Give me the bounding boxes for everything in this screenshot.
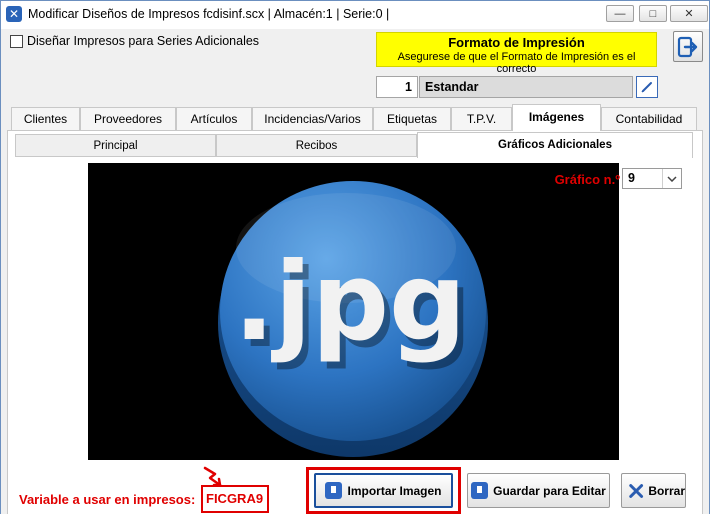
- subtab-recibos[interactable]: Recibos: [216, 134, 417, 157]
- variable-value: FICGRA9: [201, 485, 269, 513]
- tab-contabilidad[interactable]: Contabilidad: [601, 107, 697, 130]
- save-for-edit-label: Guardar para Editar: [493, 483, 606, 498]
- chevron-down-icon: [662, 169, 681, 188]
- tab-imagenes[interactable]: Imágenes: [512, 104, 601, 131]
- close-icon: ✕: [684, 8, 694, 20]
- series-checkbox[interactable]: [10, 35, 23, 48]
- edit-format-button[interactable]: [636, 76, 658, 98]
- jpg-label: .jpg: [234, 240, 467, 365]
- subtab-principal[interactable]: Principal: [15, 134, 216, 157]
- maximize-button[interactable]: □: [639, 5, 667, 22]
- format-name-field: Estandar: [419, 76, 633, 98]
- window-title: Modificar Diseños de Impresos fcdisinf.s…: [28, 7, 390, 21]
- image-preview: .jpg .jpg: [88, 163, 619, 460]
- maximize-icon: □: [649, 7, 657, 20]
- close-button[interactable]: ✕: [670, 5, 708, 22]
- pencil-icon: [641, 82, 652, 93]
- import-image-button[interactable]: Importar Imagen: [314, 473, 453, 508]
- variable-label: Variable a usar en impresos:: [19, 492, 196, 507]
- series-checkbox-label[interactable]: Diseñar Impresos para Series Adicionales: [27, 34, 259, 48]
- import-image-label: Importar Imagen: [347, 483, 442, 498]
- save-for-edit-button[interactable]: Guardar para Editar: [467, 473, 610, 508]
- import-icon: [325, 482, 343, 499]
- exit-button[interactable]: [673, 31, 703, 62]
- minimize-button[interactable]: —: [606, 5, 634, 22]
- app-icon: ✕: [6, 6, 22, 22]
- delete-label: Borrar: [648, 483, 685, 498]
- tab-incidencias-varios[interactable]: Incidencias/Varios: [252, 107, 373, 130]
- tab-tpv[interactable]: T.P.V.: [451, 107, 512, 130]
- tab-articulos[interactable]: Artículos: [176, 107, 252, 130]
- exit-icon: [677, 36, 698, 57]
- minimize-icon: —: [614, 7, 626, 20]
- graphic-number-label: Gráfico n.º: [554, 172, 620, 187]
- format-subtitle: Asegurese de que el Formato de Impresión…: [397, 51, 636, 75]
- subtab-graficos-adicionales[interactable]: Gráficos Adicionales: [417, 132, 693, 158]
- delete-x-icon: [629, 483, 644, 498]
- format-title: Formato de Impresión: [448, 35, 585, 50]
- save-edit-icon: [471, 482, 489, 499]
- graphic-number-value: 9: [628, 171, 635, 185]
- delete-button[interactable]: Borrar: [621, 473, 686, 508]
- format-number-field[interactable]: 1: [376, 76, 418, 98]
- tab-clientes[interactable]: Clientes: [11, 107, 80, 130]
- format-notice: Formato de Impresión Asegurese de que el…: [376, 32, 657, 75]
- tab-proveedores[interactable]: Proveedores: [80, 107, 176, 130]
- graphic-number-select[interactable]: 9: [622, 168, 682, 189]
- jpg-file-icon: .jpg .jpg: [218, 181, 488, 457]
- tab-etiquetas[interactable]: Etiquetas: [373, 107, 451, 130]
